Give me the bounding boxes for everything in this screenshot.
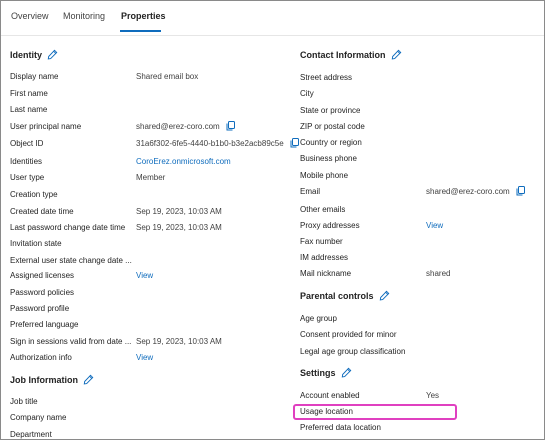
edit-pencil-icon[interactable] <box>341 367 352 378</box>
mail-nickname-value: shared <box>426 269 451 278</box>
creation-type-label: Creation type <box>10 190 58 199</box>
identities-label: Identities <box>10 157 43 166</box>
account-enabled-label: Account enabled <box>300 391 360 400</box>
consent-minor-label: Consent provided for minor <box>300 330 397 339</box>
tab-monitoring[interactable]: Monitoring <box>63 11 105 21</box>
country-label: Country or region <box>300 138 362 147</box>
last-password-change-value: Sep 19, 2023, 10:03 AM <box>136 223 222 232</box>
upn-label: User principal name <box>10 122 82 131</box>
display-name-label: Display name <box>10 72 59 81</box>
tabs-divider <box>1 35 544 36</box>
properties-panel: Overview Monitoring Properties Identity … <box>0 0 545 440</box>
street-address-label: Street address <box>300 73 353 82</box>
usage-location-label: Usage location <box>300 407 353 416</box>
job-title-label: Job title <box>10 397 38 406</box>
email-label: Email <box>300 187 321 196</box>
business-phone-label: Business phone <box>300 154 357 163</box>
last-password-change-label: Last password change date time <box>10 223 126 232</box>
fax-number-label: Fax number <box>300 237 343 246</box>
settings-title-text: Settings <box>300 367 336 378</box>
contact-information-section-title: Contact Information <box>300 49 402 60</box>
object-id-label: Object ID <box>10 139 44 148</box>
age-group-label: Age group <box>300 314 337 323</box>
job-title-text: Job Information <box>10 374 78 385</box>
contact-title-text: Contact Information <box>300 49 386 60</box>
assigned-licenses-label: Assigned licenses <box>10 271 75 280</box>
preferred-language-label: Preferred language <box>10 320 79 329</box>
tab-overview[interactable]: Overview <box>11 11 49 21</box>
created-date-value: Sep 19, 2023, 10:03 AM <box>136 207 222 216</box>
mobile-phone-label: Mobile phone <box>300 171 349 180</box>
preferred-data-location-label: Preferred data location <box>300 423 381 432</box>
display-name-value: Shared email box <box>136 72 199 81</box>
legal-age-group-label: Legal age group classification <box>300 347 406 356</box>
sign-in-sessions-value: Sep 19, 2023, 10:03 AM <box>136 337 222 346</box>
other-emails-label: Other emails <box>300 205 346 214</box>
tab-properties[interactable]: Properties <box>121 11 166 21</box>
external-user-state-label: External user state change date ... <box>10 256 132 265</box>
upn-value: shared@erez-coro.com <box>136 121 220 131</box>
first-name-label: First name <box>10 89 48 98</box>
email-value: shared@erez-coro.com <box>426 186 510 196</box>
job-information-section-title: Job Information <box>10 374 94 385</box>
assigned-licenses-view-link[interactable]: View <box>136 271 153 280</box>
proxy-addresses-view-link[interactable]: View <box>426 221 443 230</box>
sign-in-sessions-label: Sign in sessions valid from date ... <box>10 337 132 346</box>
city-label: City <box>300 89 314 98</box>
upn-value-group: shared@erez-coro.com <box>136 121 235 131</box>
parental-controls-section-title: Parental controls <box>300 290 390 301</box>
proxy-addresses-label: Proxy addresses <box>300 221 360 230</box>
invitation-state-label: Invitation state <box>10 239 62 248</box>
copy-icon[interactable] <box>226 121 235 131</box>
object-id-value: 31a6f302-6fe5-4440-b1b0-b3e2acb89c5e <box>136 138 284 148</box>
copy-icon[interactable] <box>290 138 299 148</box>
email-value-group: shared@erez-coro.com <box>426 186 525 196</box>
user-type-value: Member <box>136 173 166 182</box>
password-profile-label: Password profile <box>10 304 70 313</box>
authorization-info-view-link[interactable]: View <box>136 353 153 362</box>
zip-label: ZIP or postal code <box>300 122 365 131</box>
parental-title-text: Parental controls <box>300 290 374 301</box>
mail-nickname-label: Mail nickname <box>300 269 352 278</box>
password-policies-label: Password policies <box>10 288 75 297</box>
company-name-label: Company name <box>10 413 67 422</box>
edit-pencil-icon[interactable] <box>391 49 402 60</box>
state-label: State or province <box>300 106 361 115</box>
identity-title-text: Identity <box>10 49 43 60</box>
edit-pencil-icon[interactable] <box>47 49 58 60</box>
settings-section-title: Settings <box>300 367 352 378</box>
account-enabled-value: Yes <box>426 391 440 400</box>
authorization-info-label: Authorization info <box>10 353 72 362</box>
im-addresses-label: IM addresses <box>300 253 349 262</box>
tab-bar: Overview Monitoring Properties <box>1 1 544 35</box>
object-id-value-group: 31a6f302-6fe5-4440-b1b0-b3e2acb89c5e <box>136 138 299 148</box>
edit-pencil-icon[interactable] <box>83 374 94 385</box>
identity-section-title: Identity <box>10 49 58 60</box>
department-label: Department <box>10 430 52 439</box>
user-type-label: User type <box>10 173 45 182</box>
copy-icon[interactable] <box>516 186 525 196</box>
active-tab-indicator <box>120 30 161 32</box>
edit-pencil-icon[interactable] <box>379 290 390 301</box>
created-date-label: Created date time <box>10 207 74 216</box>
last-name-label: Last name <box>10 105 48 114</box>
identities-link[interactable]: CoroErez.onmicrosoft.com <box>136 157 231 166</box>
